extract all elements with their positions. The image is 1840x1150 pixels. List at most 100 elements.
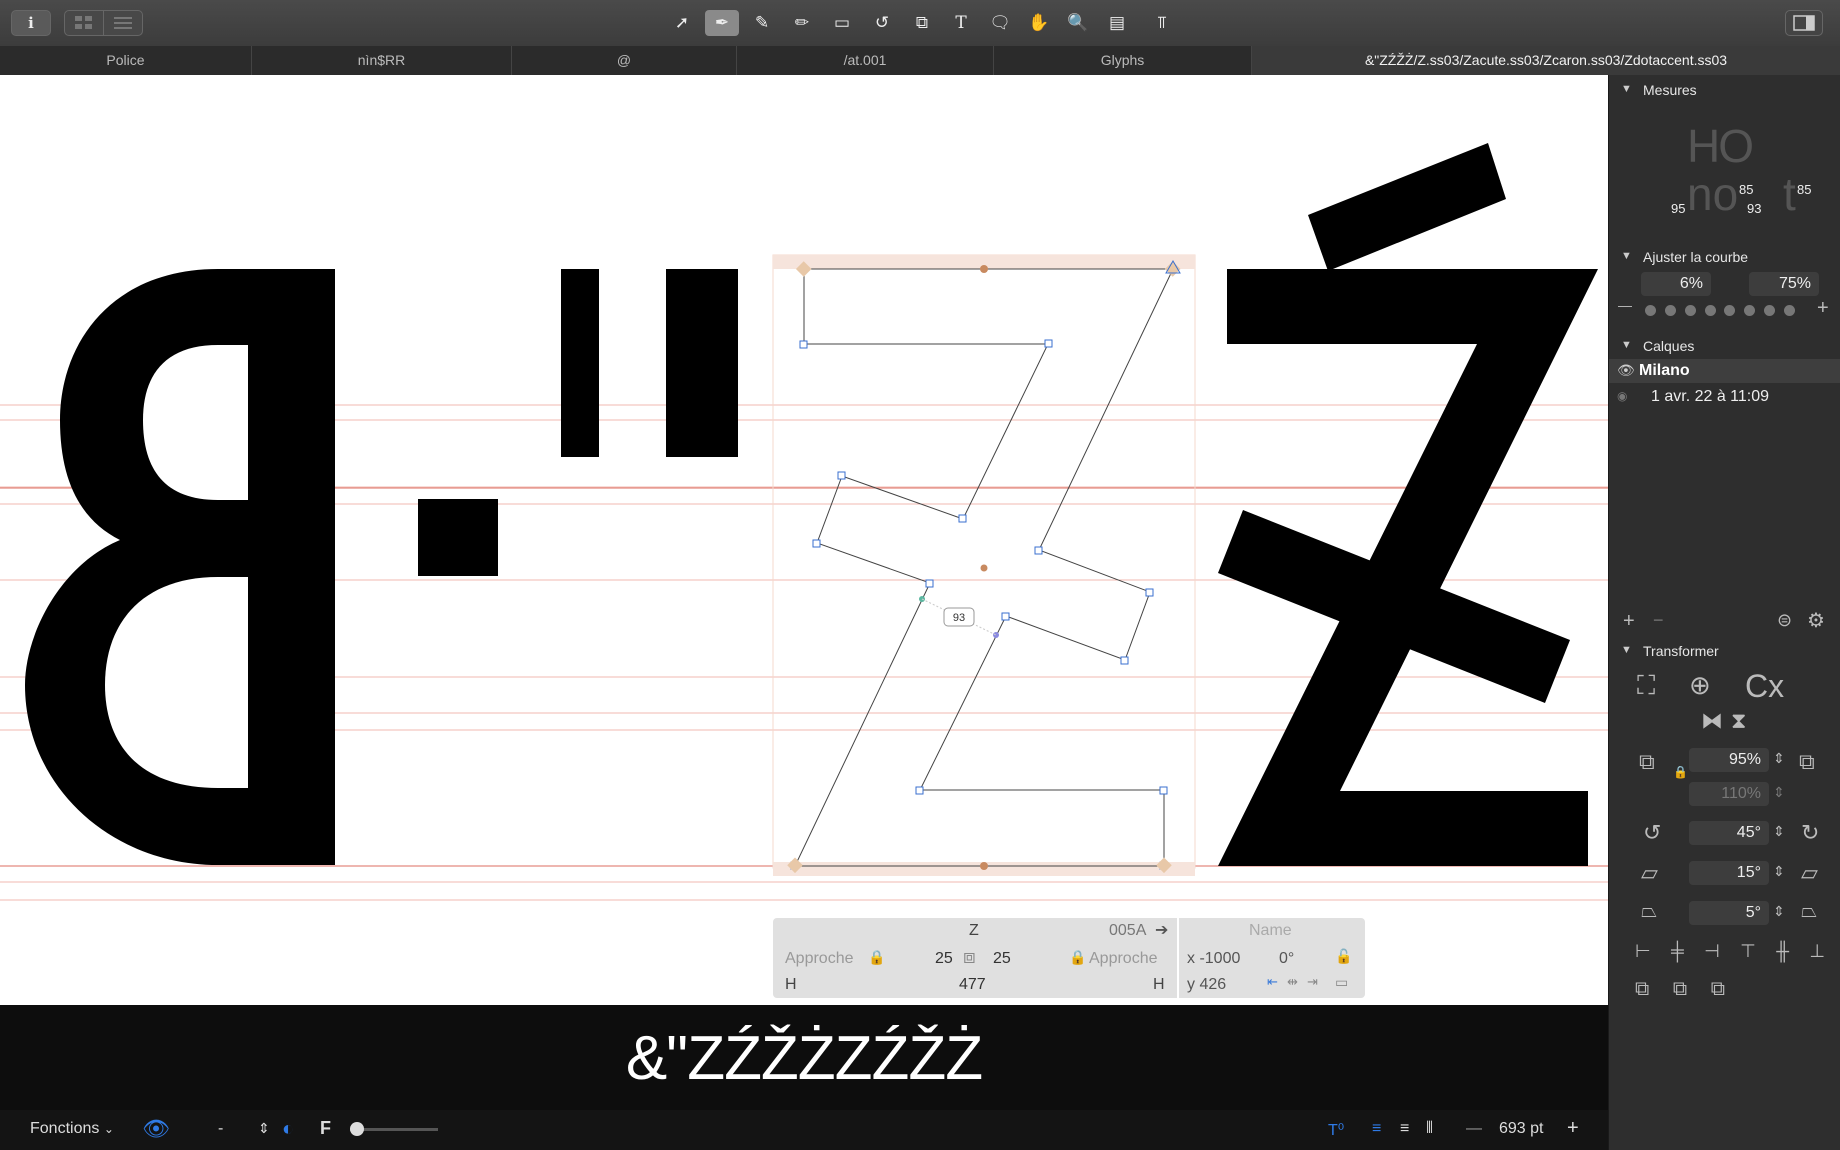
disclosure-triangle-icon[interactable]: ▼ [1621, 250, 1632, 262]
lsb-value[interactable]: 25 [935, 950, 953, 968]
preview-area[interactable]: &"ZŹŽŻZŹŽŻ [0, 1005, 1608, 1110]
slant-field[interactable]: 15° [1689, 861, 1769, 885]
bounding-box-icon[interactable]: ⛶ [1637, 670, 1655, 702]
size-minus[interactable]: — [1466, 1120, 1482, 1138]
lock-icon[interactable]: 🔒 [1673, 765, 1688, 779]
scale-down-icon[interactable]: ⧉ [1639, 749, 1655, 775]
intersect-icon[interactable]: ⧉ [1711, 978, 1725, 1001]
slant-right-icon[interactable]: ▱ [1801, 860, 1818, 886]
disclosure-triangle-icon[interactable]: ▼ [1621, 339, 1632, 351]
rsb-value[interactable]: 25 [993, 950, 1011, 968]
x-position[interactable]: x -1000 [1187, 950, 1240, 968]
origin-icon[interactable]: ⊕ [1689, 670, 1711, 701]
flip-vertical-icon[interactable]: ⧗ [1731, 708, 1746, 734]
skew-right-icon[interactable]: ⏢ [1801, 900, 1817, 923]
contrast-icon[interactable]: ◐ [282, 1118, 294, 1141]
align-top-icon[interactable]: ⊤ [1740, 941, 1756, 962]
subtract-icon[interactable]: ⧉ [1673, 978, 1687, 1001]
skew-left-icon[interactable]: ⏢ [1641, 900, 1657, 923]
tab-police[interactable]: Police [0, 46, 252, 75]
hand-tool[interactable]: ✋ [1022, 10, 1056, 36]
tab-at[interactable]: @ [512, 46, 737, 75]
stepper-icon[interactable]: ⇕ [1773, 784, 1785, 801]
layer-row-backup[interactable]: ◉ 1 avr. 22 à 11:09 [1609, 385, 1840, 409]
unicode-arrow-icon[interactable]: ➔ [1155, 920, 1168, 940]
rotate-ccw-icon[interactable]: ↺ [1643, 820, 1661, 846]
brush-tool[interactable]: ✎ [745, 10, 779, 36]
remove-layer-icon[interactable]: − [1653, 610, 1664, 631]
flip-horizontal-icon[interactable]: ⧓ [1701, 708, 1723, 734]
text-layout-tool[interactable]: ⫪ [1145, 10, 1179, 36]
text-tool[interactable]: T [944, 10, 978, 36]
sidebar-toggle-button[interactable] [1785, 10, 1823, 36]
stepper-icon[interactable]: ⇕ [1773, 750, 1785, 767]
curve-tension-1[interactable]: 6% [1641, 272, 1711, 296]
cx-icon[interactable]: Cx [1745, 668, 1784, 705]
rectangle-tool[interactable]: ▭ [825, 10, 859, 36]
fonctions-menu[interactable]: Fonctions ⌄ [30, 1120, 114, 1138]
tab-glyphs[interactable]: Glyphs [994, 46, 1252, 75]
curve-plus[interactable]: + [1817, 297, 1829, 320]
font-size-value[interactable]: 693 pt [1499, 1120, 1543, 1138]
rotate-tool[interactable]: ↺ [865, 10, 899, 36]
align-left-icon[interactable]: ⊢ [1635, 941, 1651, 962]
angle-value[interactable]: 0° [1279, 950, 1294, 968]
lock-icon-right[interactable]: 🔒 [1069, 949, 1086, 966]
pencil-tool[interactable]: ✏ [785, 10, 819, 36]
slider-knob[interactable] [350, 1122, 364, 1136]
align-left-icon[interactable]: ⇤ [1267, 974, 1278, 990]
scale-up-icon[interactable]: ⧉ [1799, 749, 1815, 775]
curve-tension-2[interactable]: 75% [1749, 272, 1819, 296]
eye-icon[interactable]: 👁 [1617, 362, 1635, 379]
stepper-icon[interactable]: ⇕ [258, 1120, 270, 1137]
stepper-icon[interactable]: ⇕ [1773, 863, 1785, 880]
add-layer-icon[interactable]: + [1623, 610, 1635, 633]
zoom-tool[interactable]: 🔍 [1061, 10, 1095, 36]
tab-edit-text[interactable]: &"ZŹŽŻ/Z.ss03/Zacute.ss03/Zcaron.ss03/Zd… [1252, 46, 1840, 75]
name-field[interactable]: Name [1249, 922, 1292, 940]
align-left-text-icon[interactable]: ≡ [1372, 1120, 1381, 1138]
rotate-cw-icon[interactable]: ↻ [1801, 820, 1819, 846]
align-hcenter-icon[interactable]: ╪ [1671, 941, 1684, 962]
tab-nin[interactable]: nìn$RR [252, 46, 512, 75]
align-center-icon[interactable]: ⇹ [1287, 974, 1298, 990]
section-mesures[interactable]: ▼ Mesures [1609, 80, 1840, 102]
filter-icon[interactable]: ⊜ [1777, 610, 1792, 631]
lock-icon[interactable]: 🔒 [868, 949, 885, 966]
scale-field[interactable]: 95% [1689, 748, 1769, 772]
disclosure-triangle-icon[interactable]: ▼ [1621, 83, 1632, 95]
ruler-icon-small[interactable]: ▭ [1335, 974, 1348, 991]
glyph-edit-canvas[interactable]: 93 Z 005A ➔ Approche 🔒 25 ⧈ 25 🔒 Approch… [0, 75, 1608, 1005]
rotate-field[interactable]: 45° [1689, 821, 1769, 845]
grid-view-button[interactable] [64, 10, 104, 36]
disclosure-triangle-icon[interactable]: ▼ [1621, 644, 1632, 656]
align-right-icon[interactable]: ⇥ [1307, 974, 1318, 990]
text-options-icon[interactable]: T⁰ [1328, 1120, 1344, 1140]
zoom-minus[interactable]: - [218, 1120, 223, 1138]
gear-icon[interactable]: ⚙ [1807, 608, 1825, 633]
list-view-button[interactable] [103, 10, 143, 36]
pointer-tool[interactable]: ➚ [665, 10, 699, 36]
section-ajuster[interactable]: ▼ Ajuster la courbe [1609, 247, 1840, 269]
columns-icon[interactable]: ⦀ [1426, 1120, 1433, 1138]
eye-hidden-icon[interactable]: ◉ [1617, 389, 1627, 403]
tab-at001[interactable]: /at.001 [737, 46, 994, 75]
section-calques[interactable]: ▼ Calques [1609, 336, 1840, 358]
layer-row-milano[interactable]: 👁 Milano [1609, 359, 1840, 383]
eye-icon[interactable]: 👁 [142, 1116, 170, 1142]
pen-tool[interactable]: ✒ [705, 10, 739, 36]
section-transformer[interactable]: ▼ Transformer [1609, 641, 1840, 663]
scale-field-2[interactable]: 110% [1689, 782, 1769, 806]
union-icon[interactable]: ⧉ [1635, 978, 1649, 1001]
curve-minus[interactable]: — [1618, 297, 1632, 313]
align-vcenter-icon[interactable]: ╫ [1776, 941, 1789, 962]
curve-preset-dots[interactable] [1645, 305, 1795, 317]
align-right-icon[interactable]: ⊣ [1704, 941, 1720, 962]
annotation-tool[interactable]: 🗨 [983, 10, 1017, 36]
metrics-link-icon[interactable]: ⧈ [963, 946, 976, 969]
stepper-icon[interactable]: ⇕ [1773, 823, 1785, 840]
width-value[interactable]: 477 [959, 976, 986, 994]
slant-left-icon[interactable]: ▱ [1641, 860, 1658, 886]
size-plus[interactable]: + [1567, 1117, 1579, 1140]
align-right-text-icon[interactable]: ≡ [1400, 1120, 1409, 1138]
